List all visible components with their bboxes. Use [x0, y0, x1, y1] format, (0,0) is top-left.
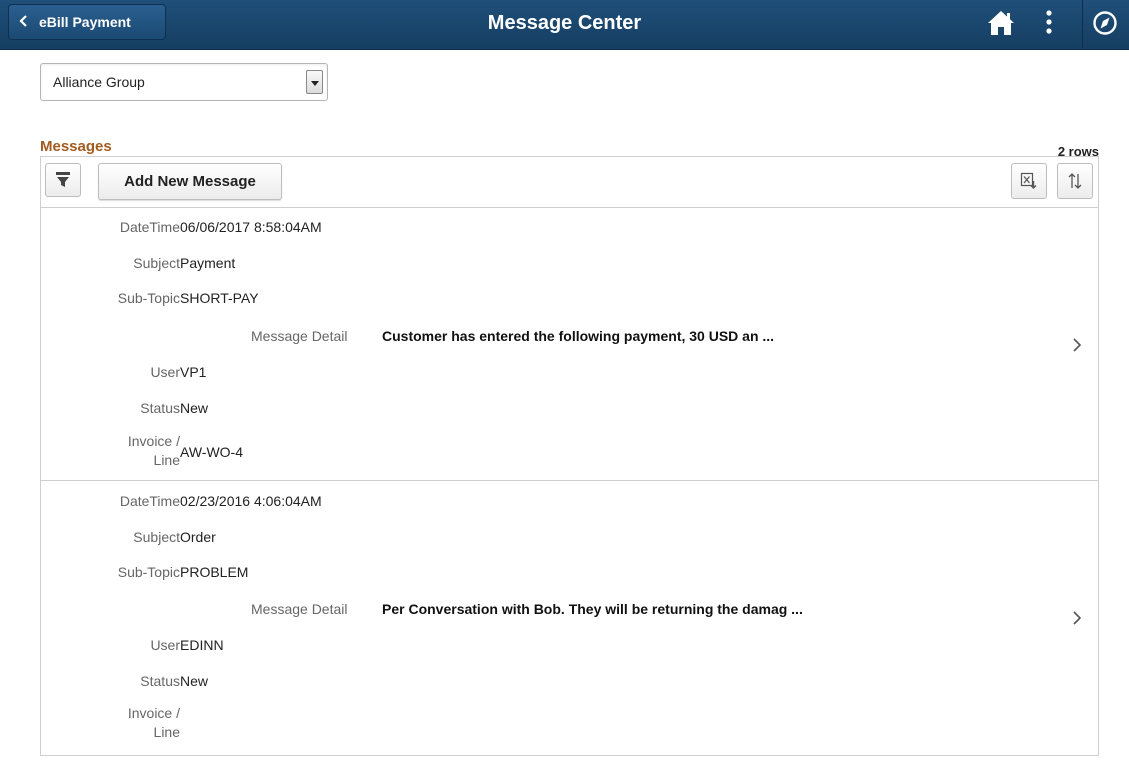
- export-excel-button[interactable]: [1011, 163, 1047, 199]
- dropdown-arrow-icon[interactable]: [306, 70, 323, 94]
- back-button[interactable]: eBill Payment: [8, 4, 166, 40]
- add-new-message-button[interactable]: Add New Message: [98, 163, 282, 200]
- header-divider: [1082, 0, 1083, 48]
- back-button-label: eBill Payment: [39, 14, 131, 30]
- excel-export-icon: [1020, 172, 1037, 189]
- top-banner: eBill Payment Message Center: [0, 0, 1129, 50]
- chevron-right-icon[interactable]: [1072, 337, 1082, 358]
- datetime-value: 02/23/2016 4:06:04AM: [180, 493, 322, 509]
- page-title: Message Center: [487, 12, 642, 34]
- filter-icon: [56, 172, 70, 187]
- status-label: Status: [140, 400, 180, 416]
- user-label: User: [150, 637, 180, 653]
- kebab-menu-icon[interactable]: [1043, 8, 1055, 43]
- filter-button[interactable]: [45, 163, 81, 197]
- datetime-label: DateTime: [119, 219, 180, 235]
- invoice-line-label: Invoice / Line: [128, 704, 180, 742]
- subtopic-label: Sub-Topic: [117, 564, 180, 580]
- chevron-left-icon: [19, 14, 33, 30]
- grid-toolbar: Add New Message: [41, 157, 1098, 208]
- status-value: New: [180, 673, 209, 689]
- datetime-label: DateTime: [119, 493, 180, 509]
- business-unit-value: Alliance Group: [53, 74, 145, 90]
- table-row[interactable]: DateTime 02/23/2016 4:06:04AM Subject Or…: [41, 481, 1098, 781]
- navbar-compass-icon[interactable]: [1090, 8, 1120, 43]
- subject-value: Order: [180, 529, 216, 545]
- status-label: Status: [140, 673, 180, 689]
- messages-grid: Add New Message DateTime 06/06/2017 8:58…: [40, 156, 1099, 756]
- subject-label: Subject: [133, 529, 180, 545]
- message-detail-value: Customer has entered the following payme…: [382, 328, 775, 344]
- user-label: User: [150, 364, 180, 380]
- subtopic-value: PROBLEM: [180, 564, 249, 580]
- status-value: New: [180, 400, 209, 416]
- subject-label: Subject: [133, 255, 180, 271]
- sort-button[interactable]: [1057, 163, 1093, 199]
- invoice-line-label: Invoice / Line: [128, 432, 180, 470]
- message-detail-label: Message Detail: [251, 328, 348, 344]
- invoice-label-line1: Invoice /: [127, 433, 180, 449]
- sort-icon: [1068, 173, 1082, 189]
- user-value: VP1: [180, 364, 207, 380]
- subtopic-label: Sub-Topic: [117, 290, 180, 306]
- datetime-value: 06/06/2017 8:58:04AM: [180, 219, 322, 235]
- business-unit-dropdown[interactable]: Alliance Group: [40, 63, 328, 101]
- subject-value: Payment: [180, 255, 236, 271]
- table-row[interactable]: DateTime 06/06/2017 8:58:04AM Subject Pa…: [41, 207, 1098, 481]
- grid-title: Messages: [40, 138, 112, 155]
- home-icon[interactable]: [986, 8, 1016, 43]
- invoice-label-line2: Line: [153, 452, 180, 468]
- user-value: EDINN: [180, 637, 224, 653]
- chevron-right-icon[interactable]: [1072, 610, 1082, 631]
- message-detail-value: Per Conversation with Bob. They will be …: [382, 601, 803, 617]
- invoice-label-line2: Line: [153, 724, 180, 740]
- subtopic-value: SHORT-PAY: [180, 290, 259, 306]
- invoice-label-line1: Invoice /: [127, 705, 180, 721]
- message-detail-label: Message Detail: [251, 601, 348, 617]
- invoice-line-value: AW-WO-4: [180, 444, 243, 460]
